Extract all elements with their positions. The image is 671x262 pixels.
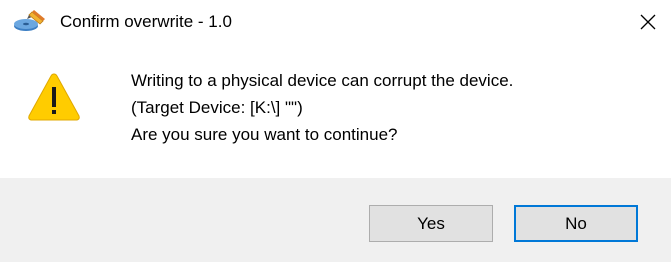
confirm-overwrite-dialog: Confirm overwrite - 1.0 Writing to a phy… — [0, 0, 671, 262]
button-bar: Yes No — [0, 178, 671, 262]
dialog-content: Writing to a physical device can corrupt… — [0, 44, 671, 178]
message-line: (Target Device: [K:\] "") — [131, 98, 303, 117]
close-button[interactable] — [625, 0, 671, 44]
disk-writer-app-icon — [12, 10, 48, 34]
window-title: Confirm overwrite - 1.0 — [60, 12, 232, 31]
yes-button[interactable]: Yes — [369, 205, 493, 242]
close-icon — [640, 14, 656, 30]
message-line: Are you sure you want to continue? — [131, 125, 398, 144]
message-line: Writing to a physical device can corrupt… — [131, 71, 514, 90]
title-bar: Confirm overwrite - 1.0 — [0, 0, 671, 44]
no-button[interactable]: No — [514, 205, 638, 242]
message-text: Writing to a physical device can corrupt… — [131, 67, 513, 148]
warning-icon — [27, 72, 81, 122]
